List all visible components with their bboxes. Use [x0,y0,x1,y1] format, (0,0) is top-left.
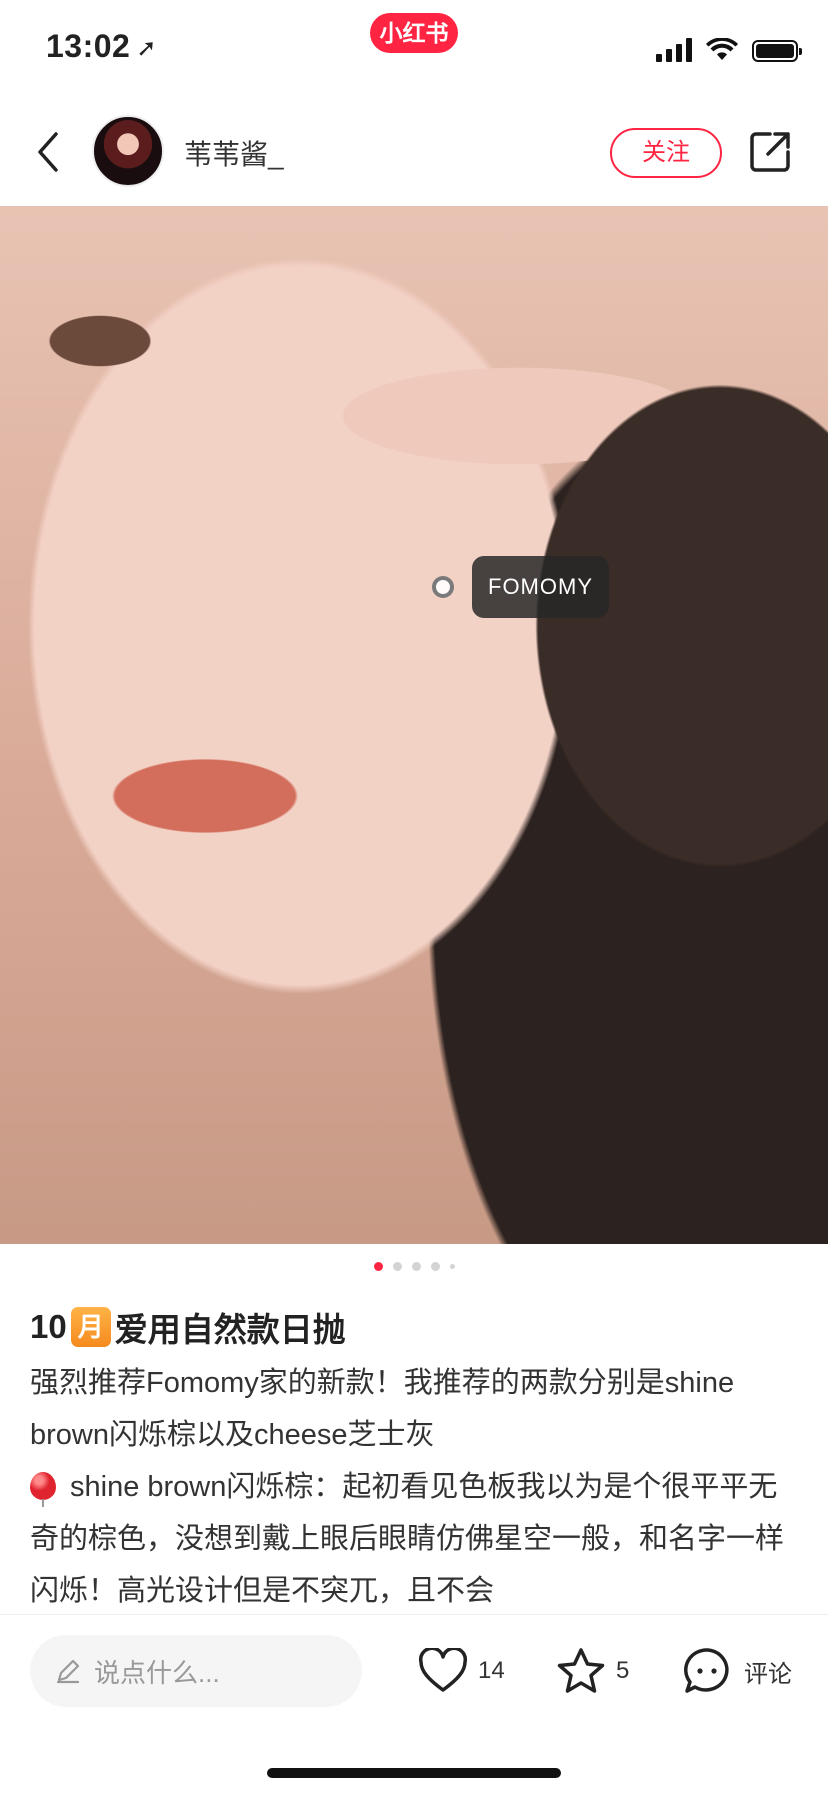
pencil-icon [56,1659,80,1684]
note-title: 10 月 爱用自然款日抛 [30,1303,346,1351]
share-button[interactable] [748,130,792,174]
product-tag[interactable]: FOMOMY [432,556,609,618]
location-arrow-icon: ➚ [136,35,157,63]
pager-dot [411,1262,421,1271]
note-title-prefix: 10 [30,1308,67,1345]
status-bar: 13:02 ➚ 小红书 [0,0,828,100]
note-paragraph: shine brown闪烁棕：起初看见色板我以为是个很平平无奇的棕色，没想到戴上… [30,1471,785,1607]
author-username[interactable]: 苇苇酱_ [184,133,284,173]
cellular-signal-icon [656,38,692,62]
back-button[interactable] [28,124,68,180]
author-avatar[interactable] [92,115,164,187]
comment-input[interactable]: 说点什么... [30,1635,362,1707]
pager-dot [373,1262,383,1271]
app-logo-badge: 小红书 [370,13,458,53]
note-paragraph: 强烈推荐Fomomy家的新款！我推荐的两款分别是shine brown闪烁棕以及… [30,1367,735,1451]
bottom-action-bar: 说点什么... 14 5 评论 [0,1614,828,1793]
like-count: 14 [478,1657,505,1684]
star-icon [557,1648,605,1693]
chevron-left-icon [38,132,58,172]
share-icon [750,132,790,172]
comment-placeholder: 说点什么... [94,1657,220,1688]
comment-bubble-icon [684,1648,729,1693]
home-indicator[interactable] [267,1768,561,1778]
wifi-icon [706,38,738,60]
status-indicators [656,36,802,62]
product-tag-label: FOMOMY [472,556,609,618]
pager-dot [430,1262,440,1271]
note-body: 强烈推荐Fomomy家的新款！我推荐的两款分别是shine brown闪烁棕以及… [30,1357,805,1614]
comment-label: 评论 [744,1660,792,1688]
tag-dot-icon [432,576,454,598]
note-photo[interactable]: FOMOMY [0,206,828,1244]
note-paragraph-with-icon: shine brown闪烁棕：起初看见色板我以为是个很平平无奇的棕色，没想到戴上… [30,1461,805,1614]
battery-icon [752,40,802,62]
note-title-text: 爱用自然款日抛 [114,1311,346,1348]
comment-button[interactable]: 评论 [682,1645,792,1697]
status-time: 13:02 ➚ [46,28,157,65]
collect-button[interactable]: 5 [556,1645,629,1697]
pager-dot [449,1264,455,1269]
like-button[interactable]: 14 [418,1645,505,1697]
image-pager [0,1262,828,1271]
pager-dot [392,1262,402,1271]
follow-button[interactable]: 关注 [610,128,722,178]
status-time-text: 13:02 [46,28,131,64]
balloon-icon [30,1472,56,1508]
heart-icon [418,1648,468,1692]
month-emoji-icon: 月 [70,1307,111,1347]
note-header: 苇苇酱_ 关注 [0,100,828,206]
collect-count: 5 [616,1657,630,1684]
